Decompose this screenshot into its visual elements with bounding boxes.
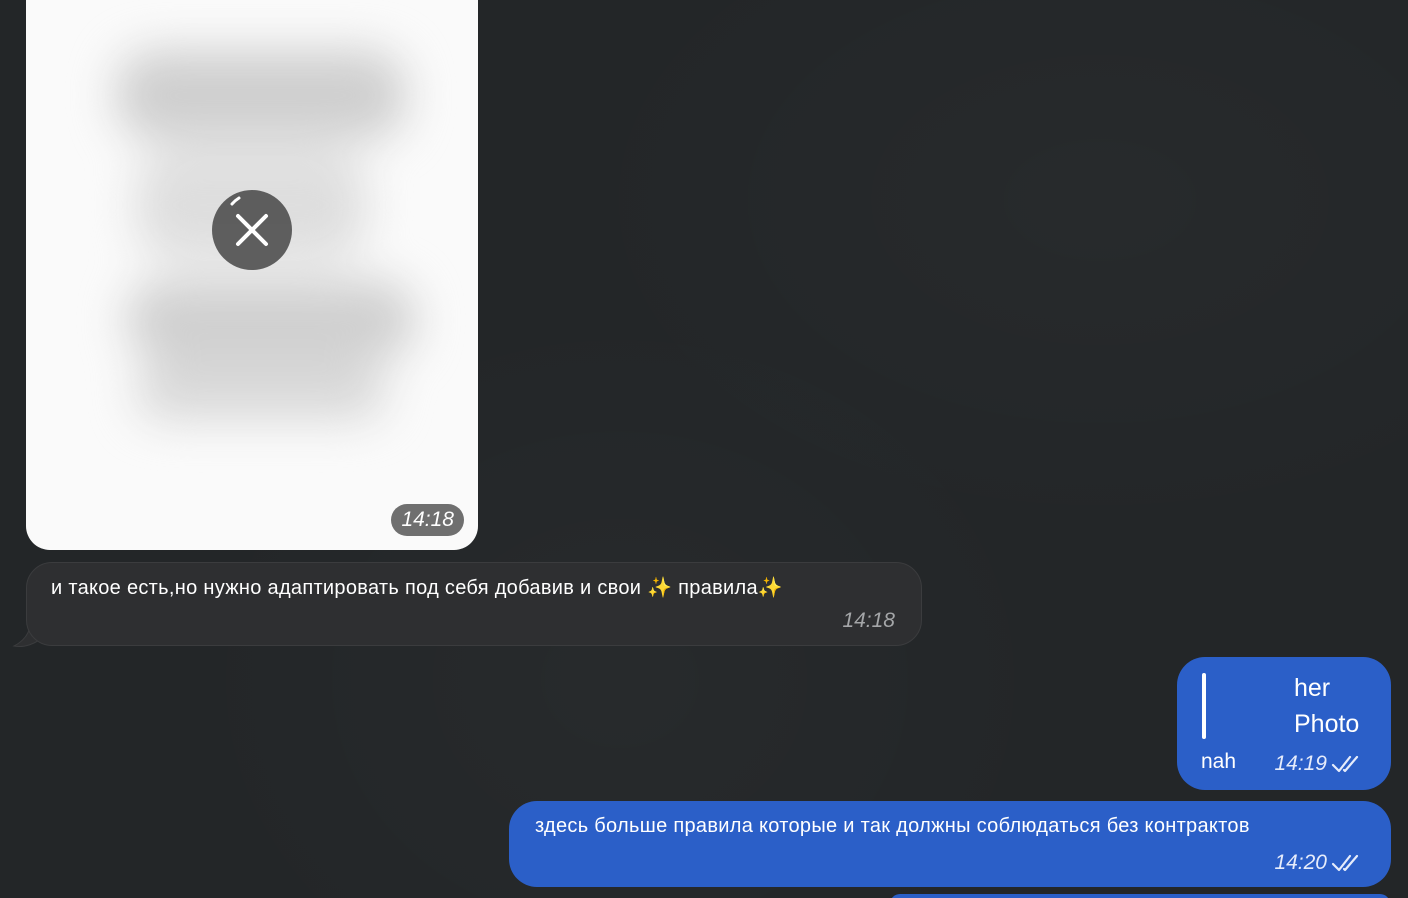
message-text: nah — [1201, 750, 1237, 773]
double-check-icon — [1331, 854, 1359, 872]
message-time: 14:18 — [391, 504, 464, 536]
chat-view: 14:18 и такое есть,но нужно адаптировать… — [0, 0, 1408, 898]
reply-quoted-type[interactable]: Photo — [1294, 710, 1359, 739]
message-text: и такое есть,но нужно адаптировать под с… — [51, 577, 784, 599]
message-meta: 14:20 — [1274, 851, 1363, 875]
message-meta: 14:19 — [1274, 752, 1363, 776]
message-time: 14:19 — [1274, 752, 1327, 775]
next-message-edge — [890, 894, 1390, 898]
photo-preview-blurred — [26, 0, 478, 550]
outgoing-message[interactable]: здесь больше правила которые и так должн… — [509, 801, 1391, 887]
cancel-download-button[interactable] — [212, 190, 292, 270]
message-time: 14:20 — [1274, 851, 1327, 874]
reply-quote-bar — [1202, 673, 1206, 739]
photo-message[interactable]: 14:18 — [26, 0, 478, 550]
outgoing-reply-message[interactable]: her Photo nah 14:19 — [1177, 657, 1391, 790]
close-icon — [230, 196, 268, 246]
message-text: здесь больше правила которые и так должн… — [535, 815, 1250, 837]
incoming-message[interactable]: и такое есть,но нужно адаптировать под с… — [26, 562, 922, 646]
double-check-icon — [1331, 755, 1359, 773]
message-time: 14:18 — [842, 609, 895, 632]
reply-quoted-name[interactable]: her — [1294, 674, 1330, 703]
